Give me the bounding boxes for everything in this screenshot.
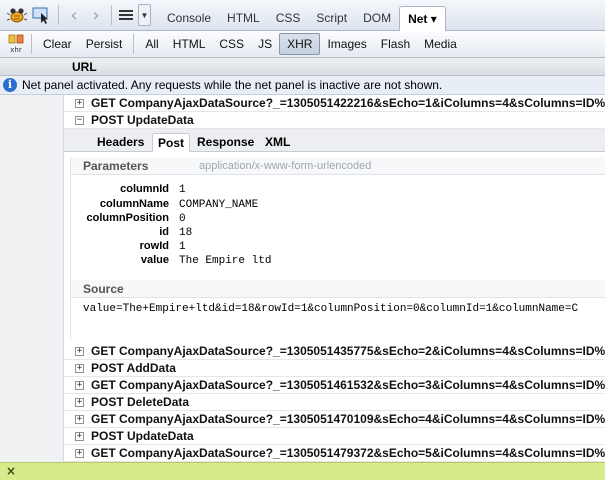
request-row[interactable]: + GET CompanyAjaxDataSource?_=1305051479…: [64, 445, 605, 462]
source-title: Source: [83, 282, 124, 296]
filter-media-button[interactable]: Media: [417, 33, 464, 55]
request-url: POST DeleteData: [91, 395, 190, 409]
source-header: Source: [71, 280, 605, 298]
param-value: The Empire ltd: [179, 255, 272, 267]
panel-tabs: Console HTML CSS Script DOM Net ▾: [159, 0, 446, 31]
command-line-bar[interactable]: ×: [0, 462, 605, 480]
parameters-header: Parameters application/x-www-form-urlenc…: [71, 157, 605, 175]
tab-response[interactable]: Response: [192, 133, 259, 152]
filter-js-button[interactable]: JS: [251, 33, 279, 55]
row-gutter: [0, 95, 64, 462]
persist-button[interactable]: Persist: [79, 33, 130, 55]
param-value: COMPANY_NAME: [179, 199, 259, 211]
content-type-label: application/x-www-form-urlencoded: [199, 160, 372, 172]
filter-xhr-button[interactable]: XHR: [279, 33, 321, 55]
tab-html[interactable]: HTML: [219, 6, 268, 30]
tab-script[interactable]: Script: [308, 6, 355, 30]
info-message: Net panel activated. Any requests while …: [22, 78, 443, 92]
source-text: value=The+Empire+ltd&id=18&rowId=1&colum…: [83, 303, 579, 315]
request-url: POST UpdateData: [91, 113, 194, 127]
url-column-header[interactable]: URL: [72, 60, 97, 74]
inspect-element-icon[interactable]: [30, 4, 54, 26]
toolbar-separator: [111, 5, 112, 25]
collapse-minus-icon[interactable]: −: [75, 116, 84, 125]
request-row[interactable]: + GET CompanyAjaxDataSource?_=1305051461…: [64, 377, 605, 394]
forward-arrow-icon[interactable]: ›: [85, 4, 107, 26]
expand-plus-icon[interactable]: +: [75, 347, 84, 356]
request-url: GET CompanyAjaxDataSource?_=130505147937…: [91, 446, 605, 460]
request-row[interactable]: + GET CompanyAjaxDataSource?_=1305051422…: [64, 95, 605, 112]
param-value: 18: [179, 227, 193, 239]
chevron-down-icon: ▼: [140, 10, 149, 20]
post-parameters-panel: Parameters application/x-www-form-urlenc…: [70, 157, 605, 339]
toolbar-separator: [133, 34, 135, 54]
info-icon: i: [3, 78, 17, 92]
parameters-title: Parameters: [83, 159, 149, 173]
tab-post[interactable]: Post: [152, 133, 191, 152]
request-row[interactable]: + POST AddData: [64, 360, 605, 377]
firebug-bug-icon[interactable]: [4, 4, 30, 26]
tab-xml[interactable]: XML: [260, 133, 295, 152]
firebug-toolbar: ‹ › ▼ Console HTML CSS Script DOM Net ▾: [0, 0, 605, 31]
expand-plus-icon[interactable]: +: [75, 99, 84, 108]
close-icon[interactable]: ×: [6, 464, 16, 478]
param-name: columnName: [99, 198, 169, 210]
request-row[interactable]: − POST UpdateData: [64, 112, 605, 129]
expand-plus-icon[interactable]: +: [75, 364, 84, 373]
request-url: GET CompanyAjaxDataSource?_=130505147010…: [91, 412, 605, 426]
filter-css-button[interactable]: CSS: [212, 33, 251, 55]
request-url: POST UpdateData: [91, 429, 194, 443]
detail-tabs: Headers Post Response XML: [64, 129, 605, 152]
param-value: 1: [179, 184, 186, 196]
expand-plus-icon[interactable]: +: [75, 449, 84, 458]
expand-plus-icon[interactable]: +: [75, 381, 84, 390]
request-url: GET CompanyAjaxDataSource?_=130505142221…: [91, 96, 605, 110]
param-value: 0: [179, 213, 186, 225]
request-url: GET CompanyAjaxDataSource?_=130505146153…: [91, 378, 605, 392]
request-row[interactable]: + GET CompanyAjaxDataSource?_=1305051470…: [64, 411, 605, 428]
request-url: POST AddData: [91, 361, 176, 375]
expand-plus-icon[interactable]: +: [75, 398, 84, 407]
param-name: value: [140, 254, 169, 266]
info-bar: i Net panel activated. Any requests whil…: [0, 76, 605, 95]
back-arrow-icon[interactable]: ‹: [63, 4, 85, 26]
expand-plus-icon[interactable]: +: [75, 432, 84, 441]
expand-plus-icon[interactable]: +: [75, 415, 84, 424]
net-toolbar: xhr Clear Persist All HTML CSS JS XHR Im…: [0, 31, 605, 58]
param-value: 1: [179, 241, 186, 253]
request-url: GET CompanyAjaxDataSource?_=130505143577…: [91, 344, 605, 358]
request-details: Headers Post Response XML Parameters app…: [64, 129, 605, 342]
request-row[interactable]: + POST DeleteData: [64, 394, 605, 411]
toolbar-separator: [58, 5, 59, 25]
tab-console[interactable]: Console: [159, 6, 219, 30]
tab-net[interactable]: Net ▾: [399, 5, 446, 31]
tab-css[interactable]: CSS: [268, 6, 309, 30]
column-header: URL: [0, 58, 605, 76]
param-name: columnPosition: [86, 212, 170, 224]
tab-headers[interactable]: Headers: [92, 133, 149, 152]
clear-button[interactable]: Clear: [36, 33, 79, 55]
toolbar-separator: [31, 34, 32, 54]
request-row[interactable]: + POST UpdateData: [64, 428, 605, 445]
filter-html-button[interactable]: HTML: [166, 33, 213, 55]
filter-images-button[interactable]: Images: [320, 33, 373, 55]
panel-dropdown-button[interactable]: ▼: [138, 4, 151, 26]
xhr-icon-label: xhr: [10, 46, 22, 54]
menu-lines-icon[interactable]: [116, 4, 136, 26]
param-name: id: [159, 226, 169, 238]
param-name: rowId: [139, 240, 169, 252]
filter-all-button[interactable]: All: [138, 33, 165, 55]
xhr-icon[interactable]: xhr: [5, 34, 27, 54]
request-list: + GET CompanyAjaxDataSource?_=1305051422…: [0, 95, 605, 462]
request-row[interactable]: + GET CompanyAjaxDataSource?_=1305051435…: [64, 343, 605, 360]
tab-dom[interactable]: DOM: [355, 6, 399, 30]
param-name: columnId: [120, 183, 169, 195]
filter-flash-button[interactable]: Flash: [374, 33, 417, 55]
